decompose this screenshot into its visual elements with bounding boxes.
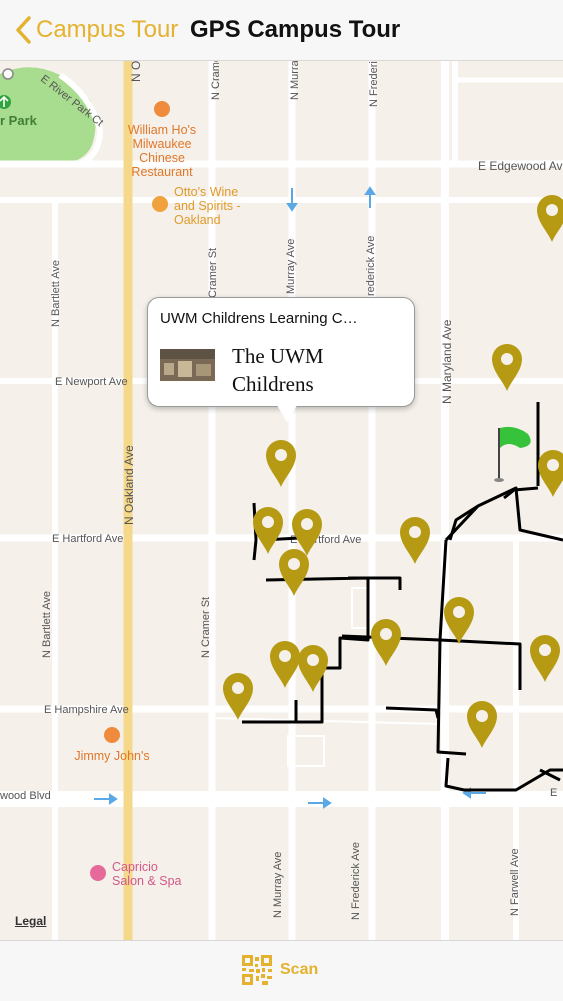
back-button[interactable]: Campus Tour bbox=[14, 14, 178, 46]
callout-tail bbox=[275, 402, 299, 422]
street-label: E Hampshire Ave bbox=[44, 704, 129, 716]
chevron-left-icon bbox=[16, 16, 31, 44]
bottom-toolbar: Scan bbox=[0, 940, 563, 1001]
street-label: wood Blvd bbox=[0, 790, 51, 802]
callout-thumbnail[interactable] bbox=[160, 349, 215, 381]
street-label: N Farwell Ave bbox=[509, 848, 521, 916]
street-label: N Bartlett Ave bbox=[50, 260, 62, 327]
restaurant-icon bbox=[154, 101, 170, 117]
street-label: N Cramer St bbox=[200, 597, 212, 658]
scan-label: Scan bbox=[280, 961, 319, 978]
poi-jimmy-label: Jimmy John's bbox=[74, 749, 149, 763]
qr-code-icon bbox=[242, 955, 272, 985]
street-label: rederick Ave bbox=[365, 236, 377, 296]
street-label: N Maryland Ave bbox=[440, 319, 454, 404]
street-label: N Cramer bbox=[210, 60, 222, 100]
navigation-bar: Campus Tour GPS Campus Tour bbox=[0, 0, 563, 61]
wine-icon bbox=[152, 196, 168, 212]
callout-subtitle: The UWM Childrens bbox=[232, 344, 324, 396]
street-label: Cramer St bbox=[207, 248, 219, 298]
callout-box: UWM Childrens Learning C… The UWM Childr… bbox=[147, 297, 415, 407]
street-label: N Murray bbox=[289, 60, 301, 100]
street-label: N O bbox=[129, 61, 143, 82]
street-label: E Newport Ave bbox=[55, 376, 128, 388]
street-label: N Frederic bbox=[368, 60, 380, 107]
page-title: GPS Campus Tour bbox=[190, 16, 401, 43]
callout-title: UWM Childrens Learning C… bbox=[160, 310, 358, 327]
salon-icon bbox=[90, 865, 106, 881]
street-label: N Bartlett Ave bbox=[41, 591, 53, 658]
street-label: E Edgewood Ave bbox=[478, 159, 563, 173]
street-label: N Oakland Ave bbox=[122, 445, 136, 525]
street-label: E Hartford Ave bbox=[52, 533, 123, 545]
street-label: N Murray Ave bbox=[272, 852, 284, 918]
legal-link[interactable]: Legal bbox=[15, 914, 46, 928]
restaurant-icon bbox=[104, 727, 120, 743]
street-label: E bbox=[550, 787, 557, 799]
location-callout[interactable]: UWM Childrens Learning C… The UWM Childr… bbox=[147, 297, 415, 422]
scan-button[interactable]: Scan bbox=[242, 955, 318, 985]
street-label: Murray Ave bbox=[285, 239, 297, 294]
poi-park-label: r Park bbox=[0, 113, 38, 128]
campus-map[interactable]: N Oakland Ave N O N Cramer Cramer St N C… bbox=[0, 60, 563, 940]
back-button-label: Campus Tour bbox=[36, 16, 179, 43]
street-label: N Frederick Ave bbox=[350, 842, 362, 920]
